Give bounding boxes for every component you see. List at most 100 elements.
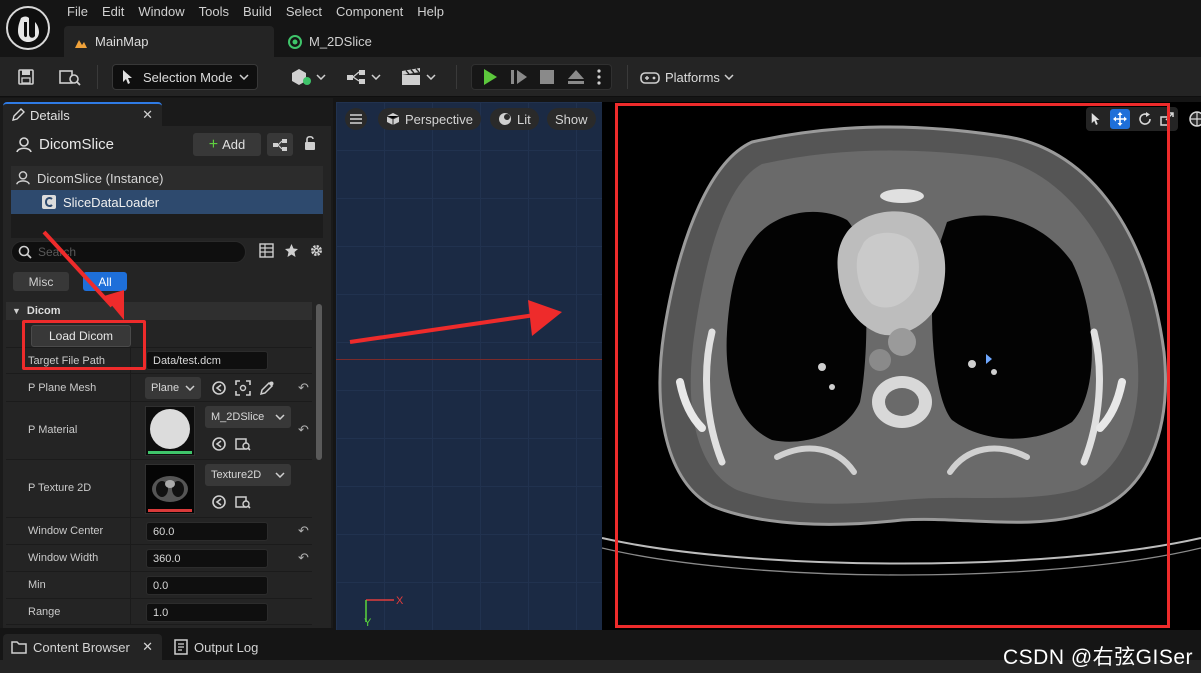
details-panel: Details ✕ DicomSlice + Add DicomSlice (I… <box>0 98 333 628</box>
add-actor-button[interactable] <box>288 64 328 90</box>
perspective-label: Perspective <box>405 111 473 127</box>
category-dicom[interactable]: ▼ Dicom <box>6 302 312 320</box>
cube-icon <box>386 113 400 125</box>
dicom-slice-render <box>601 102 1201 630</box>
window-center-field[interactable]: 60.0 <box>146 522 268 541</box>
browse-asset-icon[interactable] <box>235 436 251 452</box>
play-icon[interactable] <box>482 68 498 86</box>
translate-tool[interactable] <box>1110 109 1130 129</box>
menu-component[interactable]: Component <box>329 4 410 20</box>
tree-item-slicedataloader[interactable]: SliceDataLoader <box>11 190 323 214</box>
prop-label: Target File Path <box>28 355 106 367</box>
chevron-down-icon <box>185 385 195 391</box>
column-divider <box>130 402 131 459</box>
target-file-path-field[interactable]: Data/test.dcm <box>146 351 268 370</box>
level-viewport[interactable]: Perspective Lit Show X Y <box>336 102 1201 630</box>
use-selected-icon[interactable] <box>211 436 227 452</box>
tab-output-log[interactable]: Output Log <box>170 634 258 660</box>
expand-triangle-icon: ▼ <box>12 306 21 316</box>
use-selected-icon[interactable] <box>211 380 227 396</box>
lit-button[interactable]: Lit <box>490 108 539 130</box>
plane-mesh-dropdown[interactable]: Plane <box>145 377 201 399</box>
blueprint-button[interactable] <box>267 133 293 156</box>
world-local-icon[interactable] <box>1188 110 1201 128</box>
eyedropper-icon[interactable] <box>259 380 275 396</box>
viewport-menu-button[interactable] <box>345 108 367 130</box>
asset-actions <box>211 380 275 396</box>
range-field[interactable]: 1.0 <box>146 603 268 622</box>
eject-icon[interactable] <box>567 69 585 85</box>
actor-icon <box>16 137 32 153</box>
platforms-dropdown[interactable]: Platforms <box>640 64 740 90</box>
unreal-logo-icon[interactable] <box>6 6 50 50</box>
menu-help[interactable]: Help <box>410 4 451 20</box>
menu-window[interactable]: Window <box>131 4 191 20</box>
close-icon[interactable]: ✕ <box>142 107 153 123</box>
reset-arrow-icon[interactable]: ↶ <box>298 523 309 539</box>
min-field[interactable]: 0.0 <box>146 576 268 595</box>
use-selected-icon[interactable] <box>211 494 227 510</box>
cursor-icon <box>123 70 132 84</box>
star-icon[interactable] <box>284 243 299 258</box>
show-label: Show <box>555 111 588 127</box>
texture-thumbnail[interactable] <box>145 464 195 514</box>
material-dropdown[interactable]: M_2DSlice <box>205 406 291 428</box>
column-divider <box>130 460 131 517</box>
window-width-field[interactable]: 360.0 <box>146 549 268 568</box>
menu-tools[interactable]: Tools <box>192 4 236 20</box>
selection-mode-dropdown[interactable]: Selection Mode <box>112 64 258 90</box>
perspective-button[interactable]: Perspective <box>378 108 481 130</box>
browse-level-button[interactable] <box>56 64 84 90</box>
tab-mainmap[interactable]: MainMap <box>64 26 274 57</box>
menu-build[interactable]: Build <box>236 4 279 20</box>
gear-icon[interactable] <box>309 243 324 258</box>
filter-all[interactable]: All <box>83 272 127 291</box>
add-component-label: Add <box>222 137 246 152</box>
scale-icon[interactable] <box>1160 112 1174 126</box>
advance-frame-icon[interactable] <box>510 69 528 85</box>
plus-icon: + <box>208 135 219 153</box>
search-input[interactable]: Search <box>11 241 246 263</box>
tab-m2dslice[interactable]: M_2DSlice <box>278 26 478 57</box>
reset-arrow-icon[interactable]: ↶ <box>298 380 309 396</box>
save-button[interactable] <box>14 64 38 90</box>
menu-bar: File Edit Window Tools Build Select Comp… <box>0 0 1201 57</box>
browse-asset-icon[interactable] <box>235 494 251 510</box>
table-view-icon[interactable] <box>259 243 274 258</box>
reset-arrow-icon[interactable]: ↶ <box>298 422 309 438</box>
material-thumbnail[interactable] <box>145 406 195 456</box>
reset-arrow-icon[interactable]: ↶ <box>298 550 309 566</box>
tab-content-browser[interactable]: Content Browser ✕ <box>3 634 162 660</box>
axis-gizmo: X Y <box>364 596 404 626</box>
main-menu: File Edit Window Tools Build Select Comp… <box>60 4 451 20</box>
search-tools <box>259 243 324 258</box>
cinematics-button[interactable] <box>398 64 438 90</box>
filter-misc[interactable]: Misc <box>13 272 69 291</box>
rotate-icon[interactable] <box>1138 112 1152 126</box>
menu-select[interactable]: Select <box>279 4 329 20</box>
stop-icon[interactable] <box>540 70 555 84</box>
close-icon[interactable]: ✕ <box>142 639 153 655</box>
prop-row-range: Range 1.0 <box>6 599 312 625</box>
chevron-down-icon <box>275 414 285 420</box>
tab-details[interactable]: Details ✕ <box>3 102 162 126</box>
add-component-button[interactable]: + Add <box>193 133 261 156</box>
toolbar-divider <box>97 65 98 89</box>
browse-asset-icon[interactable] <box>235 380 251 396</box>
blueprints-button[interactable] <box>343 64 383 90</box>
menu-file[interactable]: File <box>60 4 95 20</box>
show-button[interactable]: Show <box>547 108 596 130</box>
search-icon <box>18 245 32 259</box>
lit-label: Lit <box>517 111 531 127</box>
tree-item-instance[interactable]: DicomSlice (Instance) <box>11 166 323 190</box>
column-divider <box>130 572 131 598</box>
load-dicom-button[interactable]: Load Dicom <box>31 325 131 347</box>
texture-dropdown[interactable]: Texture2D <box>205 464 291 486</box>
menu-edit[interactable]: Edit <box>95 4 131 20</box>
select-cursor-icon[interactable] <box>1090 112 1102 126</box>
content-search-icon <box>59 70 81 86</box>
prop-row-window-width: Window Width 360.0 ↶ <box>6 545 312 572</box>
lock-icon[interactable] <box>303 135 317 154</box>
more-options-icon[interactable] <box>597 69 601 85</box>
details-scrollbar[interactable] <box>316 304 322 460</box>
